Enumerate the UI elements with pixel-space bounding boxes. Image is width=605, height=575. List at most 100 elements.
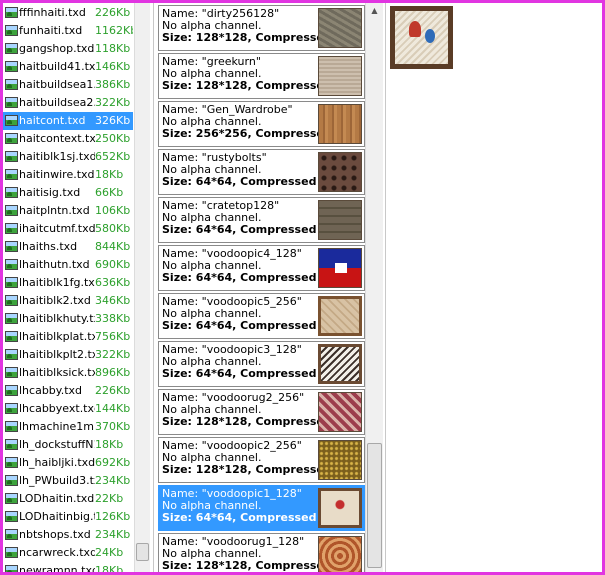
file-row[interactable]: fffinhaiti.txd 226Kb — [3, 4, 133, 22]
texture-thumbnail — [318, 56, 362, 96]
file-row[interactable]: lhaiths.txd 844Kb — [3, 238, 133, 256]
texture-item[interactable]: Name: "voodoopic1_128" No alpha channel. S… — [158, 485, 365, 531]
texture-file-icon — [5, 169, 18, 180]
file-row[interactable]: haitiblk1sj.txd 652Kb — [3, 148, 133, 166]
file-row[interactable]: haitcont.txd 326Kb — [3, 112, 133, 130]
file-size: 896Kb — [95, 366, 131, 379]
texture-item[interactable]: Name: "cratetop128" No alpha channel. Size… — [158, 197, 365, 243]
texture-file-icon — [5, 421, 18, 432]
file-name: gangshop.txd — [19, 42, 95, 55]
file-row[interactable]: haitbuildsea2.txd322Kb — [3, 94, 133, 112]
file-list-scrollbar-thumb[interactable] — [136, 543, 149, 561]
file-row[interactable]: lhaithutn.txd 690Kb — [3, 256, 133, 274]
texture-file-icon — [5, 43, 18, 54]
file-row[interactable]: gangshop.txd 118Kb — [3, 40, 133, 58]
texture-file-icon — [5, 367, 18, 378]
texture-size: Size: 128*128, Compressed DXT1 — [162, 559, 322, 572]
file-name: haitinwire.txd — [19, 168, 95, 181]
texture-item[interactable]: Name: "greekurn" No alpha channel. Size: 1… — [158, 53, 365, 99]
texture-info: Name: "voodoopic2_256" No alpha channel. S… — [162, 440, 322, 476]
file-row[interactable]: lh_dockstuffN1.txd18Kb — [3, 436, 133, 454]
file-row[interactable]: newramnn.txd 18Kb — [3, 562, 133, 572]
texture-item[interactable]: Name: "rustybolts" No alpha channel. Size:… — [158, 149, 365, 195]
file-size: 346Kb — [95, 294, 131, 307]
file-size: 144Kb — [95, 402, 131, 415]
file-name: lhaitiblkplt2.txd — [19, 348, 95, 361]
file-row[interactable]: ihaitcutmf.txd 580Kb — [3, 220, 133, 238]
texture-item[interactable]: Name: "voodoorug2_256" No alpha channel. S… — [158, 389, 365, 435]
file-size: 22Kb — [95, 492, 124, 505]
file-row[interactable]: lhcabbyext.txd 144Kb — [3, 400, 133, 418]
file-size: 386Kb — [95, 78, 131, 91]
file-row[interactable]: ncarwreck.txd 24Kb — [3, 544, 133, 562]
file-name: ihaitcutmf.txd — [19, 222, 95, 235]
texture-item[interactable]: Name: "voodoopic5_256" No alpha channel. S… — [158, 293, 365, 339]
file-row[interactable]: lhaitiblkplt2.txd322Kb — [3, 346, 133, 364]
file-name: LODhaitinbig.txd — [19, 510, 95, 523]
texture-file-icon — [5, 349, 18, 360]
texture-file-icon — [5, 457, 18, 468]
file-row[interactable]: funhaiti.txd 1162Kb — [3, 22, 133, 40]
texture-file-icon — [5, 259, 18, 270]
file-row[interactable]: lhaitiblk1fg.txd 636Kb — [3, 274, 133, 292]
file-size: 1162Kb — [95, 24, 133, 37]
file-row[interactable]: lhaitiblkplat.txd756Kb — [3, 328, 133, 346]
file-row[interactable]: LODhaitin.txd 22Kb — [3, 490, 133, 508]
file-row[interactable]: haitbuild41.txd 146Kb — [3, 58, 133, 76]
file-row[interactable]: lhaitiblk2.txd 346Kb — [3, 292, 133, 310]
file-row[interactable]: haitbuildsea1.txd386Kb — [3, 76, 133, 94]
file-row[interactable]: LODhaitinbig.txd126Kb — [3, 508, 133, 526]
file-size: 580Kb — [95, 222, 131, 235]
texture-size: Size: 128*128, Compressed DXT1 — [162, 31, 322, 44]
file-size: 636Kb — [95, 276, 131, 289]
texture-file-icon — [5, 313, 18, 324]
texture-item[interactable]: Name: "voodoopic4_128" No alpha channel. S… — [158, 245, 365, 291]
texture-info: Name: "voodoorug1_128" No alpha channel. S… — [162, 536, 322, 572]
file-name: lh_dockstuffN1.txd — [19, 438, 95, 451]
texture-file-icon — [5, 223, 18, 234]
file-name: lhcabby.txd — [19, 384, 83, 397]
texture-info: Name: "cratetop128" No alpha channel. Size… — [162, 200, 322, 236]
file-row[interactable]: lh_haibljki.txd 692Kb — [3, 454, 133, 472]
texture-item[interactable]: Name: "voodoopic3_128" No alpha channel. S… — [158, 341, 365, 387]
texture-info: Name: "rustybolts" No alpha channel. Size:… — [162, 152, 322, 188]
scroll-up-arrow-icon[interactable]: ▲ — [366, 3, 383, 18]
texture-info: Name: "greekurn" No alpha channel. Size: 1… — [162, 56, 322, 92]
texture-item[interactable]: Name: "Gen_Wardrobe" No alpha channel. Siz… — [158, 101, 365, 147]
file-row[interactable]: nbtshops.txd 234Kb — [3, 526, 133, 544]
texture-file-icon — [5, 205, 18, 216]
file-row[interactable]: lhaitiblksick.txd896Kb — [3, 364, 133, 382]
file-list-scrollbar[interactable] — [134, 3, 150, 572]
texture-list-scrollbar-thumb[interactable] — [367, 443, 382, 568]
file-size: 24Kb — [95, 546, 124, 559]
texture-item[interactable]: Name: "voodoorug1_128" No alpha channel. S… — [158, 533, 365, 572]
file-name: lhaiths.txd — [19, 240, 78, 253]
file-name: LODhaitin.txd — [19, 492, 95, 505]
texture-size: Size: 64*64, Compressed DXT1 — [162, 511, 322, 524]
file-row[interactable]: lh_PWbuild3.txd234Kb — [3, 472, 133, 490]
texture-item[interactable]: Name: "dirty256128" No alpha channel. Size… — [158, 5, 365, 51]
texture-file-icon — [5, 241, 18, 252]
file-size: 226Kb — [95, 384, 131, 397]
texture-file-icon — [5, 475, 18, 486]
file-row[interactable]: lhaitiblkhuty.txd338Kb — [3, 310, 133, 328]
file-size: 250Kb — [95, 132, 131, 145]
app-window: fffinhaiti.txd 226Kb funhaiti.txd 1162Kb gan… — [0, 0, 605, 575]
texture-thumbnail — [318, 248, 362, 288]
texture-size: Size: 128*128, Compressed DXT1 — [162, 463, 322, 476]
file-name: haitbuildsea1.txd — [19, 78, 95, 91]
file-row[interactable]: haitcontext.txd 250Kb — [3, 130, 133, 148]
file-size: 370Kb — [95, 420, 131, 433]
texture-list-scrollbar[interactable]: ▲ — [365, 3, 383, 572]
file-name: lh_PWbuild3.txd — [19, 474, 95, 487]
file-row[interactable]: lhcabby.txd 226Kb — [3, 382, 133, 400]
file-row[interactable]: haitinwire.txd 18Kb — [3, 166, 133, 184]
file-name: lhmachine1mn.txd — [19, 420, 95, 433]
texture-size: Size: 64*64, Compressed DXT1 — [162, 223, 322, 236]
file-row[interactable]: haitplntn.txd 106Kb — [3, 202, 133, 220]
file-name: haitbuild41.txd — [19, 60, 95, 73]
file-row[interactable]: haitisig.txd 66Kb — [3, 184, 133, 202]
texture-item[interactable]: Name: "voodoopic2_256" No alpha channel. S… — [158, 437, 365, 483]
file-row[interactable]: lhmachine1mn.txd370Kb — [3, 418, 133, 436]
texture-thumbnail — [318, 536, 362, 572]
